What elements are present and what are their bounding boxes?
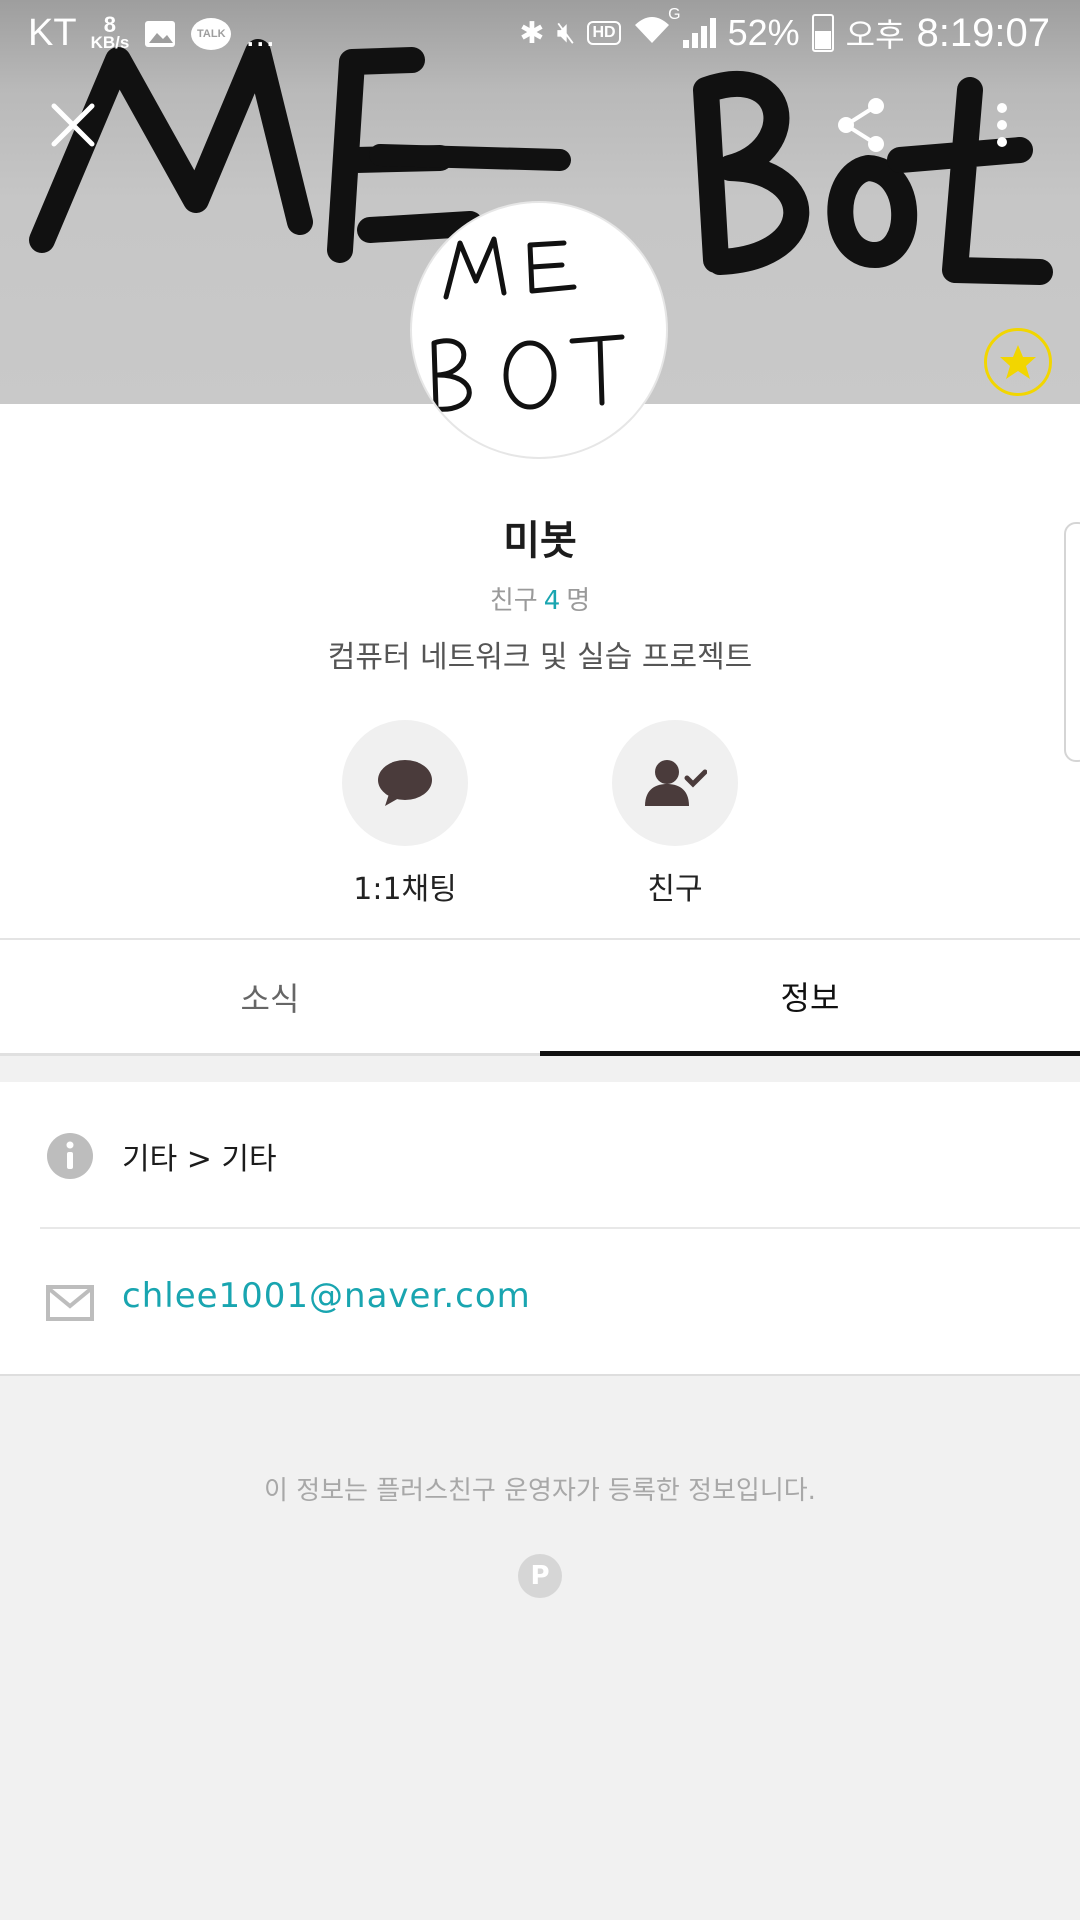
profile-description: 컴퓨터 네트워크 및 실습 프로젝트 (327, 640, 753, 675)
profile-section: 미봇 친구 4 명 컴퓨터 네트워크 및 실습 프로젝트 1:1채팅 친구 (0, 404, 1080, 938)
wifi-icon: G (633, 6, 681, 54)
friend-check-icon (645, 760, 707, 806)
email-link[interactable]: chlee1001@naver.com (122, 1276, 531, 1316)
email-row[interactable]: chlee1001@naver.com (0, 1228, 1080, 1374)
tab-info[interactable]: 정보 (540, 940, 1080, 1056)
friend-count-suffix: 명 (566, 586, 591, 616)
time-ampm: 오후 (845, 17, 905, 53)
network-speed-unit: KB/s (90, 32, 130, 52)
battery-icon (811, 14, 834, 52)
kakaotalk-icon: TALK (191, 17, 232, 50)
info-list: 기타 > 기타 chlee1001@naver.com (0, 1082, 1080, 1374)
favorite-button[interactable] (984, 328, 1052, 396)
overflow-notifications: ... (245, 12, 276, 54)
star-icon (1000, 345, 1036, 379)
profile-name: 미봇 (503, 518, 577, 564)
hd-voice-icon: HD (587, 21, 621, 45)
tab-news[interactable]: 소식 (0, 940, 540, 1056)
category-row: 기타 > 기타 (0, 1082, 1080, 1229)
chat-button-label: 1:1채팅 (353, 872, 457, 907)
tab-bar: 소식 정보 (0, 938, 1080, 1056)
share-icon (838, 98, 884, 152)
close-button[interactable] (42, 94, 104, 156)
category-text: 기타 > 기타 (122, 1142, 277, 1177)
avatar[interactable] (412, 203, 666, 457)
avatar-image (431, 236, 625, 412)
network-speed: 8 KB/s (90, 13, 130, 52)
network-type-label: G (668, 6, 681, 23)
carrier-label: KT (28, 12, 77, 54)
more-icon (997, 103, 1007, 147)
chat-button-circle[interactable] (342, 720, 468, 846)
side-panel-handle[interactable] (1064, 522, 1080, 762)
bluetooth-icon: ✱ (519, 16, 545, 50)
friend-button[interactable]: 친구 (612, 720, 738, 908)
friend-count-number: 4 (543, 586, 561, 616)
battery-percent: 52% (727, 12, 800, 53)
signal-icon (682, 18, 716, 48)
friend-count: 친구 4 명 (0, 580, 1080, 617)
status-bar: KT 8 KB/s TALK ... ✱ 🔇︎ HD G 52% 오후 8:19… (0, 0, 1080, 66)
mail-icon (46, 1285, 94, 1321)
mute-icon: 🔇︎ (556, 16, 576, 49)
clock-time: 8:19:07 (916, 10, 1050, 55)
info-icon (47, 1133, 93, 1179)
more-options-button[interactable] (984, 94, 1020, 156)
friend-count-prefix: 친구 (489, 586, 538, 616)
list-bottom-divider (0, 1374, 1080, 1376)
friend-button-label: 친구 (647, 872, 703, 907)
chat-bubble-icon (378, 760, 432, 806)
share-button[interactable] (832, 94, 894, 156)
footer-note: 이 정보는 플러스친구 운영자가 등록한 정보입니다. (264, 1476, 816, 1506)
plus-friend-logo: P (518, 1554, 562, 1598)
chat-button[interactable]: 1:1채팅 (342, 720, 468, 908)
friend-button-circle[interactable] (612, 720, 738, 846)
gallery-icon (145, 20, 176, 47)
close-icon (51, 103, 95, 147)
